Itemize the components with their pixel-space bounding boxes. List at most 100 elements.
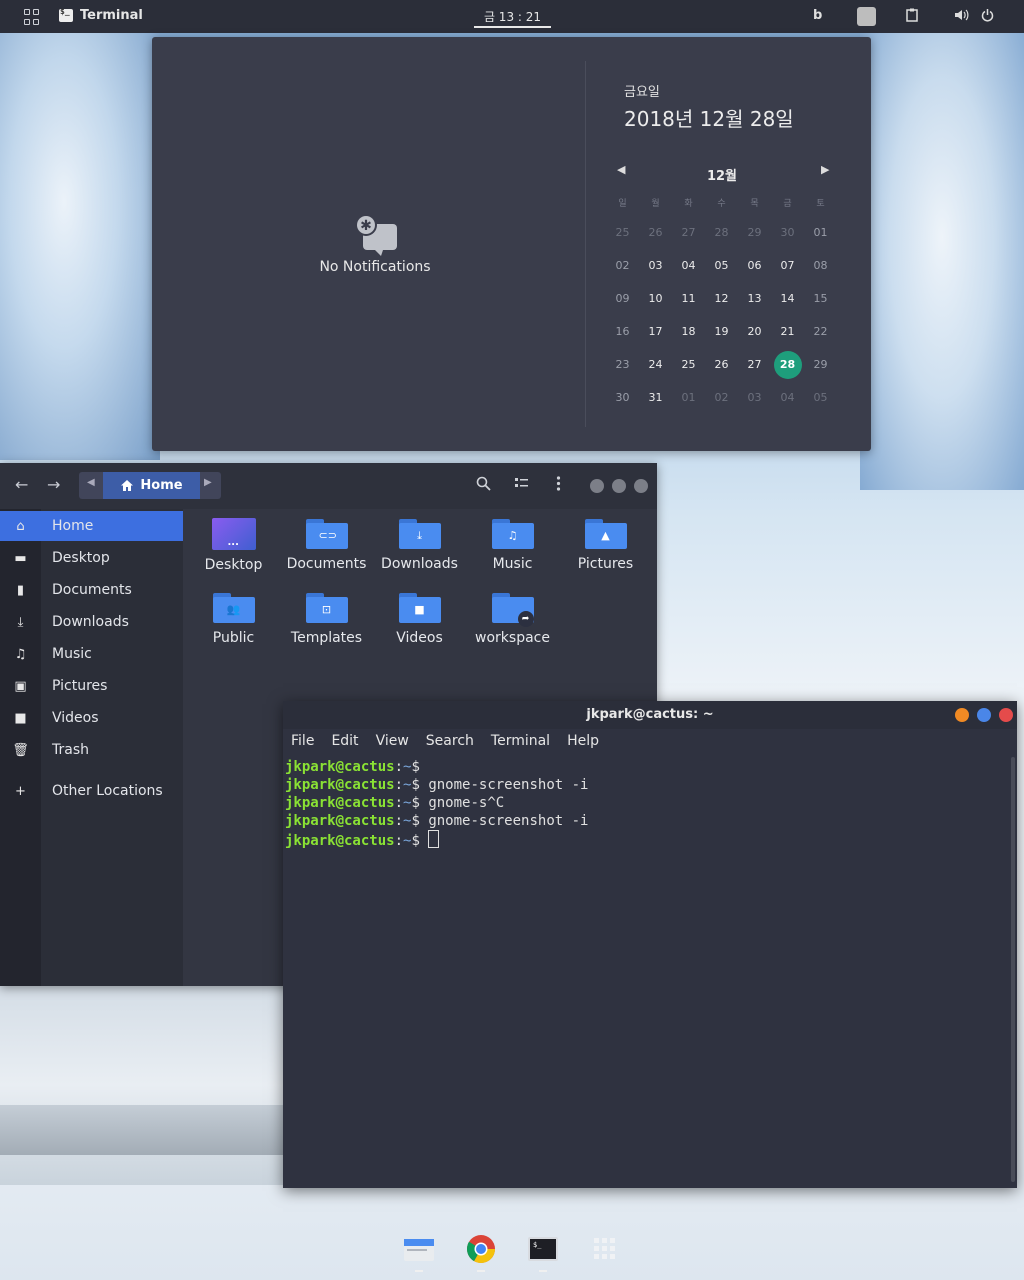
calendar-day[interactable]: 01 xyxy=(804,216,837,249)
path-left-arrow-icon[interactable]: ◀ xyxy=(87,477,95,488)
close-button[interactable] xyxy=(999,708,1013,722)
terminal-output[interactable]: jkpark@cactus:~$ jkpark@cactus:~$ gnome-s… xyxy=(285,758,588,850)
calendar-day[interactable]: 16 xyxy=(606,315,639,348)
volume-icon[interactable] xyxy=(954,8,970,26)
calendar-day[interactable]: 03 xyxy=(639,249,672,282)
minimize-button[interactable] xyxy=(955,708,969,722)
search-icon[interactable] xyxy=(476,476,491,495)
menu-edit[interactable]: Edit xyxy=(331,733,358,749)
calendar-day[interactable]: 10 xyxy=(639,282,672,315)
terminal-app-icon[interactable]: $_ xyxy=(527,1233,559,1265)
file-item-templates[interactable]: ⊡ Templates xyxy=(280,583,373,646)
calendar-day[interactable]: 05 xyxy=(804,381,837,414)
terminal-titlebar[interactable]: jkpark@cactus: ~ xyxy=(283,701,1017,729)
menu-file[interactable]: File xyxy=(291,733,314,749)
forward-arrow-icon[interactable]: → xyxy=(47,475,60,494)
file-item-pictures[interactable]: ▲ Pictures xyxy=(559,509,652,572)
activities-grid-icon[interactable] xyxy=(24,9,40,25)
menu-terminal[interactable]: Terminal xyxy=(491,733,550,749)
tray-app-icon[interactable] xyxy=(857,7,876,26)
calendar-day[interactable]: 02 xyxy=(606,249,639,282)
file-item-workspace[interactable]: ➦ workspace xyxy=(466,583,559,646)
calendar-day[interactable]: 30 xyxy=(771,216,804,249)
files-app-icon[interactable] xyxy=(403,1233,435,1265)
calendar-day-header: 화 xyxy=(684,199,693,209)
app-menu[interactable]: Terminal xyxy=(59,7,143,23)
calendar-day[interactable]: 11 xyxy=(672,282,705,315)
bing-icon[interactable]: b xyxy=(813,8,822,23)
app-grid-icon[interactable] xyxy=(589,1233,621,1265)
file-item-downloads[interactable]: ⤓ Downloads xyxy=(373,509,466,572)
view-toggle-icon[interactable] xyxy=(514,476,529,493)
calendar-day[interactable]: 29 xyxy=(804,348,837,381)
sidebar-item-trash[interactable]: 🗑 Trash xyxy=(0,735,183,765)
calendar-day[interactable]: 22 xyxy=(804,315,837,348)
sidebar-item-documents[interactable]: ▮ Documents xyxy=(0,575,183,605)
calendar-day[interactable]: 30 xyxy=(606,381,639,414)
calendar-day[interactable]: 25 xyxy=(606,216,639,249)
calendar-day[interactable]: 26 xyxy=(639,216,672,249)
file-item-music[interactable]: ♫ Music xyxy=(466,509,559,572)
calendar-day[interactable]: 07 xyxy=(771,249,804,282)
calendar-day[interactable]: 13 xyxy=(738,282,771,315)
file-item-videos[interactable]: ■ Videos xyxy=(373,583,466,646)
close-button[interactable] xyxy=(634,479,648,493)
sidebar-item-pictures[interactable]: ▣ Pictures xyxy=(0,671,183,701)
calendar-day[interactable]: 04 xyxy=(672,249,705,282)
clock[interactable]: 금 13 : 21 xyxy=(474,8,551,25)
terminal-scrollbar[interactable] xyxy=(1011,757,1015,1182)
chrome-icon[interactable] xyxy=(465,1233,497,1265)
sidebar-item-videos[interactable]: ■ Videos xyxy=(0,703,183,733)
calendar-day[interactable]: 19 xyxy=(705,315,738,348)
maximize-button[interactable] xyxy=(977,708,991,722)
calendar-day[interactable]: 18 xyxy=(672,315,705,348)
calendar-day[interactable]: 28 xyxy=(705,216,738,249)
path-right-arrow-icon[interactable]: ▶ xyxy=(204,477,212,488)
clipboard-icon[interactable] xyxy=(906,8,918,26)
maximize-button[interactable] xyxy=(612,479,626,493)
file-item-public[interactable]: 👥 Public xyxy=(187,583,280,646)
menu-view[interactable]: View xyxy=(376,733,409,749)
terminal-window[interactable]: jkpark@cactus: ~ File Edit View Search T… xyxy=(283,701,1017,1188)
menu-search[interactable]: Search xyxy=(426,733,474,749)
calendar-day-number: 05 xyxy=(813,391,828,404)
calendar-day[interactable]: 04 xyxy=(771,381,804,414)
calendar-day[interactable]: 27 xyxy=(672,216,705,249)
calendar-day[interactable]: 20 xyxy=(738,315,771,348)
chevron-right-icon[interactable]: ▶ xyxy=(821,163,829,176)
calendar-day[interactable]: 05 xyxy=(705,249,738,282)
minimize-button[interactable] xyxy=(590,479,604,493)
menu-dots-icon[interactable] xyxy=(556,476,561,495)
calendar-day[interactable]: 14 xyxy=(771,282,804,315)
calendar-day[interactable]: 23 xyxy=(606,348,639,381)
path-home-button[interactable]: Home xyxy=(103,472,200,499)
sidebar-item-home[interactable]: ⌂ Home xyxy=(0,511,183,541)
sidebar-item-other-locations[interactable]: + Other Locations xyxy=(0,776,183,806)
back-arrow-icon[interactable]: ← xyxy=(15,475,28,494)
sidebar-item-downloads[interactable]: ⤓ Downloads xyxy=(0,607,183,637)
sidebar-item-desktop[interactable]: ▬ Desktop xyxy=(0,543,183,573)
calendar-day[interactable]: 01 xyxy=(672,381,705,414)
menu-help[interactable]: Help xyxy=(567,733,599,749)
calendar-day[interactable]: 24 xyxy=(639,348,672,381)
calendar-day[interactable]: 21 xyxy=(771,315,804,348)
calendar-day[interactable]: 03 xyxy=(738,381,771,414)
sidebar-item-music[interactable]: ♫ Music xyxy=(0,639,183,669)
calendar-day[interactable]: 26 xyxy=(705,348,738,381)
calendar-day[interactable]: 29 xyxy=(738,216,771,249)
calendar-day[interactable]: 06 xyxy=(738,249,771,282)
calendar-day[interactable]: 02 xyxy=(705,381,738,414)
calendar-day[interactable]: 12 xyxy=(705,282,738,315)
calendar-day[interactable]: 08 xyxy=(804,249,837,282)
power-icon[interactable] xyxy=(981,8,994,26)
file-item-desktop[interactable]: Desktop xyxy=(187,509,280,573)
calendar-day[interactable]: 09 xyxy=(606,282,639,315)
calendar-day[interactable]: 31 xyxy=(639,381,672,414)
calendar-day[interactable]: 25 xyxy=(672,348,705,381)
calendar-day[interactable]: 15 xyxy=(804,282,837,315)
calendar-today[interactable]: 28 xyxy=(771,348,804,381)
file-item-documents[interactable]: ⊂⊃ Documents xyxy=(280,509,373,572)
calendar-day[interactable]: 17 xyxy=(639,315,672,348)
calendar-day-number: 07 xyxy=(780,259,795,272)
calendar-day[interactable]: 27 xyxy=(738,348,771,381)
